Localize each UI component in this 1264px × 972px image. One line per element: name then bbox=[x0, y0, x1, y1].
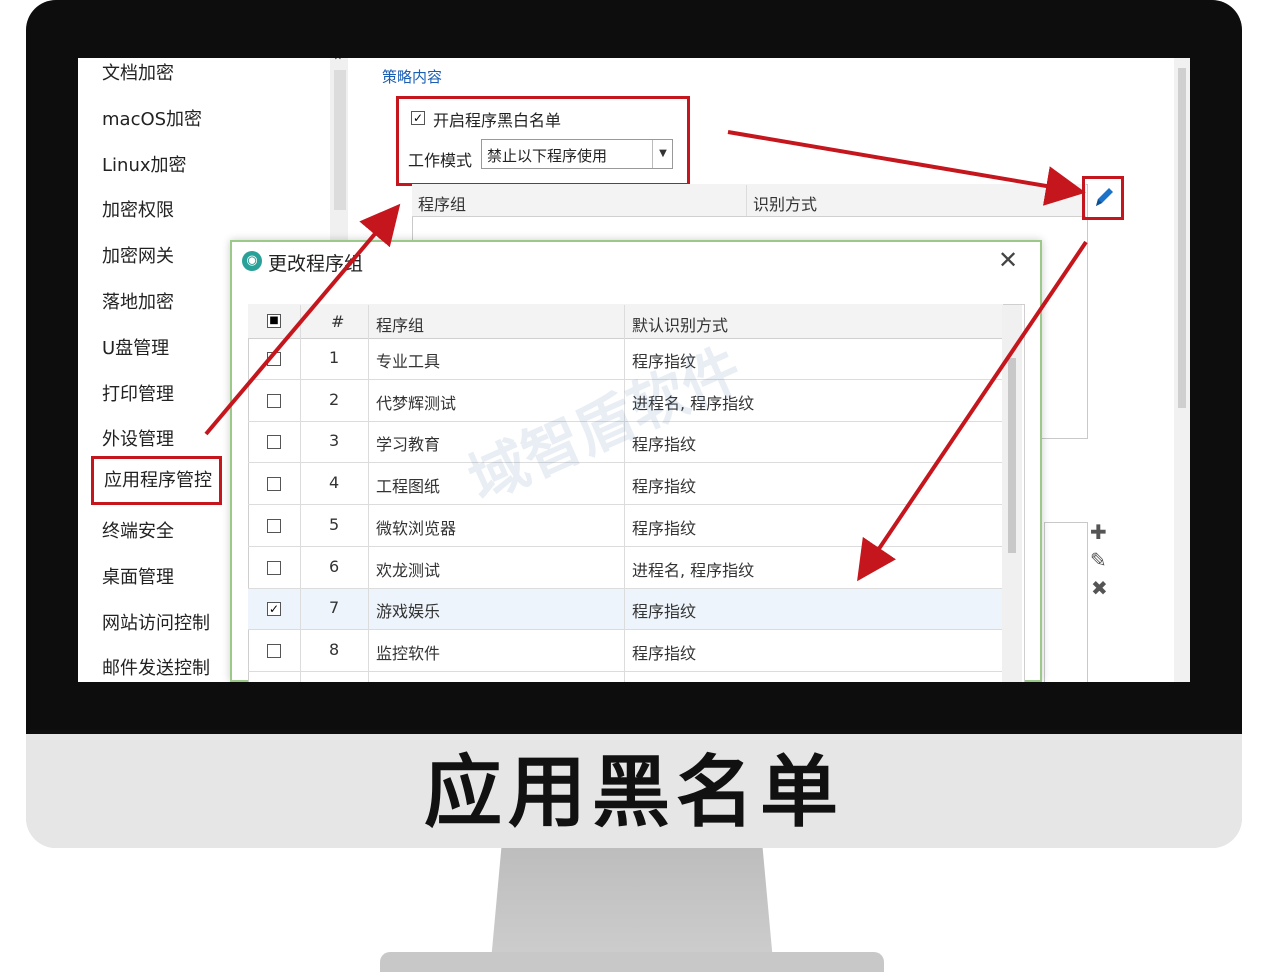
sidebar-scroll-thumb[interactable] bbox=[334, 70, 346, 210]
table-row[interactable]: ✓ 7 游戏娱乐 程序指纹 bbox=[248, 589, 1003, 631]
row-checkbox[interactable] bbox=[267, 518, 281, 533]
column-header-identification-method: 识别方式 bbox=[753, 195, 818, 214]
sidebar-item-website-access-control[interactable]: 网站访问控制 bbox=[102, 609, 210, 635]
row-default-method: 程序指纹 bbox=[632, 602, 697, 622]
caption-title: 应用黑名单 bbox=[423, 748, 844, 838]
row-default-method: 进程名, 程序指纹 bbox=[632, 560, 755, 580]
sidebar-item-document-encryption[interactable]: 文档加密 bbox=[102, 59, 174, 85]
grid-column-divider bbox=[300, 305, 301, 682]
select-all-checkbox[interactable]: ■ bbox=[267, 314, 281, 328]
sidebar-item-print-management[interactable]: 打印管理 bbox=[102, 380, 174, 406]
close-icon[interactable]: ✕ bbox=[998, 246, 1018, 274]
row-index: 7 bbox=[329, 598, 340, 618]
work-mode-select[interactable]: 禁止以下程序使用 ▼ bbox=[481, 139, 673, 169]
row-program-group: 微软浏览器 bbox=[376, 518, 457, 538]
dialog-title: 更改程序组 bbox=[268, 253, 364, 275]
row-index: 1 bbox=[329, 348, 340, 367]
table-row[interactable]: 4 工程图纸 程序指纹 bbox=[248, 464, 1003, 506]
app-logo-icon: ◉ bbox=[242, 251, 262, 271]
row-index: 8 bbox=[329, 639, 340, 659]
grid-header bbox=[248, 304, 1003, 339]
row-checkbox[interactable]: ✓ bbox=[267, 602, 281, 617]
row-program-group: 监控软件 bbox=[376, 643, 441, 663]
row-index: 5 bbox=[329, 514, 340, 534]
row-index: 3 bbox=[329, 431, 340, 451]
row-checkbox[interactable] bbox=[267, 477, 281, 492]
row-checkbox[interactable] bbox=[267, 560, 281, 575]
table-row[interactable]: 5 微软浏览器 程序指纹 bbox=[248, 506, 1003, 547]
row-program-group: 专业工具 bbox=[376, 352, 441, 371]
arrow-policy-to-edit bbox=[727, 130, 1086, 206]
table-row[interactable]: 8 监控软件 程序指纹 bbox=[248, 631, 1003, 672]
column-divider bbox=[746, 185, 747, 216]
pencil-small-icon[interactable]: ✎ bbox=[1090, 548, 1107, 572]
row-program-group: 学习教育 bbox=[376, 435, 441, 455]
sidebar-item-application-control[interactable]: 应用程序管控 bbox=[91, 456, 222, 505]
sidebar-item-linux-encryption[interactable]: Linux加密 bbox=[102, 151, 187, 177]
sidebar-item-desktop-management[interactable]: 桌面管理 bbox=[102, 563, 174, 589]
row-checkbox[interactable] bbox=[267, 643, 281, 658]
row-default-method: 程序指纹 bbox=[632, 477, 697, 497]
side-panel bbox=[1044, 522, 1088, 682]
sidebar-item-landing-encryption[interactable]: 落地加密 bbox=[102, 288, 174, 314]
grid-header-index: # bbox=[331, 312, 345, 331]
plus-icon[interactable]: ✚ bbox=[1090, 520, 1107, 544]
row-index: 6 bbox=[329, 556, 340, 576]
sidebar-item-macos-encryption[interactable]: macOS加密 bbox=[102, 105, 202, 131]
main-scroll-thumb[interactable] bbox=[1178, 68, 1186, 408]
work-mode-value: 禁止以下程序使用 bbox=[487, 147, 608, 165]
work-mode-label: 工作模式 bbox=[408, 151, 473, 170]
sidebar-item-encryption-permissions[interactable]: 加密权限 bbox=[102, 196, 174, 222]
row-checkbox[interactable] bbox=[267, 352, 281, 366]
row-index: 2 bbox=[329, 389, 340, 409]
program-group-table-header bbox=[412, 184, 1086, 217]
row-default-method: 程序指纹 bbox=[632, 643, 697, 663]
pencil-icon[interactable] bbox=[1088, 178, 1118, 216]
row-program-group: 游戏娱乐 bbox=[376, 602, 441, 622]
scroll-up-icon[interactable]: ⌃ bbox=[332, 58, 344, 70]
monitor-base bbox=[380, 952, 884, 972]
screen: 文档加密 macOS加密 Linux加密 加密权限加密网关落地加密 U盘管理打印管理外设… bbox=[78, 58, 1190, 682]
grid-column-divider bbox=[624, 305, 625, 682]
x-icon[interactable]: ✖ bbox=[1091, 576, 1108, 600]
grid-header-program-group: 程序组 bbox=[376, 316, 425, 335]
row-program-group: 欢龙测试 bbox=[376, 560, 441, 580]
policy-section-label: 策略内容 bbox=[382, 68, 443, 86]
column-header-program-group: 程序组 bbox=[418, 195, 467, 214]
row-checkbox[interactable] bbox=[267, 393, 281, 408]
sidebar-item-endpoint-security[interactable]: 终端安全 bbox=[102, 517, 174, 543]
chevron-down-icon[interactable]: ▼ bbox=[652, 140, 673, 168]
sidebar-item-peripheral-management[interactable]: 外设管理 bbox=[102, 425, 174, 451]
sidebar-item-email-sending-control[interactable]: 邮件发送控制 bbox=[102, 654, 210, 680]
grid-scroll-thumb[interactable] bbox=[1008, 358, 1016, 553]
enable-whitelist-label: 开启程序黑白名单 bbox=[433, 111, 562, 130]
sidebar-item-usb-management[interactable]: U盘管理 bbox=[102, 334, 169, 360]
row-index: 4 bbox=[329, 473, 340, 493]
row-program-group: 代梦辉测试 bbox=[376, 393, 457, 413]
table-row[interactable]: 6 欢龙测试 进程名, 程序指纹 bbox=[248, 548, 1003, 589]
row-program-group: 工程图纸 bbox=[376, 477, 441, 497]
sidebar-item-encryption-gateway[interactable]: 加密网关 bbox=[102, 242, 174, 268]
row-default-method: 程序指纹 bbox=[632, 518, 697, 538]
row-checkbox[interactable] bbox=[267, 435, 281, 450]
enable-whitelist-checkbox[interactable]: ✓ bbox=[411, 111, 425, 125]
grid-column-divider bbox=[368, 305, 369, 682]
